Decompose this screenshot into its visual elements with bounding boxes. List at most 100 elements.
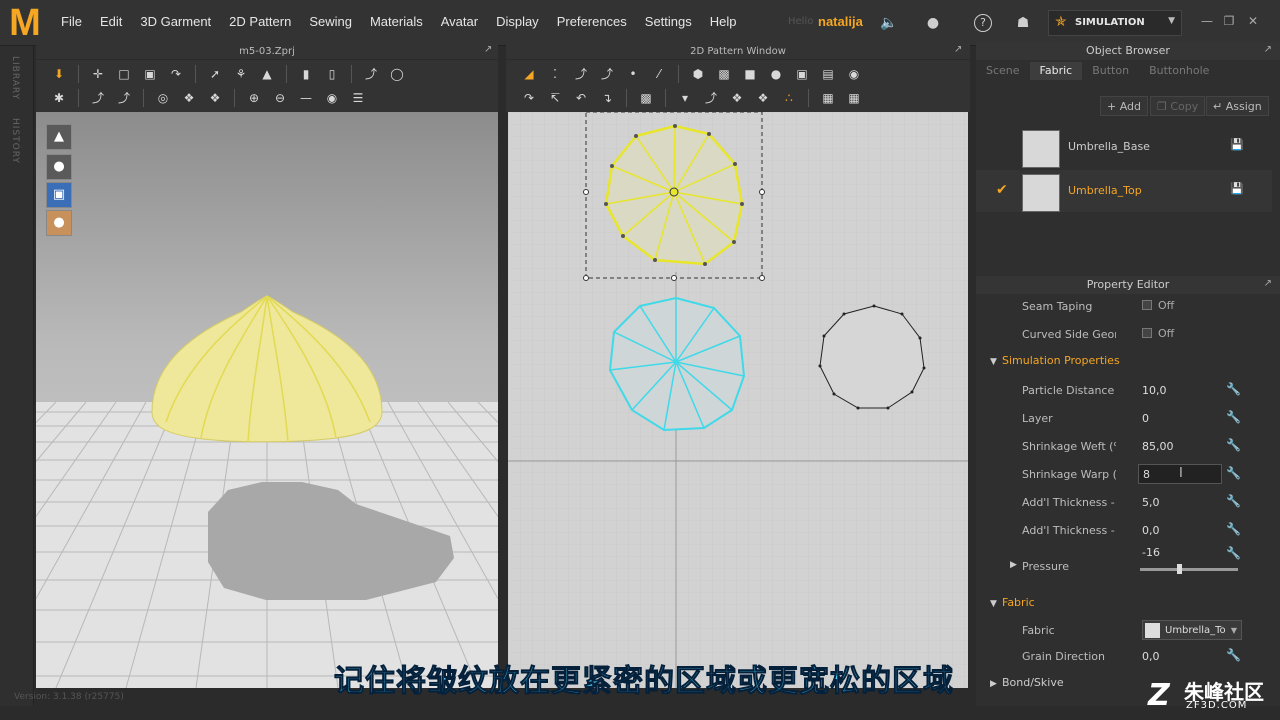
thickness-render-value[interactable]: 0,0 bbox=[1142, 524, 1160, 537]
maximize-editor-icon[interactable]: ↗ bbox=[1264, 278, 1272, 289]
save-icon[interactable]: 💾 bbox=[1230, 138, 1244, 151]
pattern-canvas[interactable] bbox=[508, 112, 968, 688]
wrench-icon[interactable]: 🔧 bbox=[1226, 648, 1241, 662]
save-icon[interactable]: 💾 bbox=[1230, 182, 1244, 195]
notch-icon[interactable]: ↴ bbox=[596, 88, 618, 108]
fabric-section[interactable]: ▼ Fabric bbox=[990, 596, 1035, 616]
menu-edit[interactable]: Edit bbox=[100, 14, 122, 29]
user-icon[interactable]: ● bbox=[924, 14, 942, 32]
tack-icon[interactable]: ⚘ bbox=[230, 64, 252, 84]
umbrella-3d-model[interactable] bbox=[36, 112, 498, 688]
check-sewing-icon[interactable]: ❖ bbox=[752, 88, 774, 108]
menu-settings[interactable]: Settings bbox=[645, 14, 692, 29]
avatar-pose-icon[interactable]: ✱ bbox=[48, 88, 70, 108]
dart-icon[interactable]: ↶ bbox=[570, 88, 592, 108]
garment-icon[interactable]: ▲ bbox=[46, 124, 72, 150]
slider-handle[interactable] bbox=[1177, 564, 1183, 574]
menu-2d-pattern[interactable]: 2D Pattern bbox=[229, 14, 291, 29]
select-button-icon[interactable]: ⊕ bbox=[243, 88, 265, 108]
seam-taping-checkbox[interactable] bbox=[1142, 300, 1152, 310]
thickness-collision-value[interactable]: 5,0 bbox=[1142, 496, 1160, 509]
internal-rect-icon[interactable]: ▤ bbox=[817, 64, 839, 84]
speaker-icon[interactable]: 🔈 bbox=[880, 14, 898, 32]
pressure-value[interactable]: -16 bbox=[1142, 546, 1160, 559]
particle-distance-value[interactable]: 10,0 bbox=[1142, 384, 1167, 397]
folder-icon[interactable]: ▩ bbox=[713, 64, 735, 84]
seam-line-icon[interactable]: ⤴ bbox=[87, 88, 109, 108]
fabric-dropdown[interactable]: Umbrella_To ▼ bbox=[1142, 620, 1242, 640]
button-hole-icon[interactable]: ⊖ bbox=[269, 88, 291, 108]
menu-3d-garment[interactable]: 3D Garment bbox=[140, 14, 211, 29]
select-move-icon[interactable]: ✛ bbox=[87, 64, 109, 84]
tab-scene[interactable]: Scene bbox=[976, 62, 1030, 80]
bond-skive-section[interactable]: ▶ Bond/Skive bbox=[990, 676, 1064, 696]
button-icon[interactable]: ◎ bbox=[152, 88, 174, 108]
wrench-icon[interactable]: 🔧 bbox=[1226, 522, 1241, 536]
wrench-icon[interactable]: 🔧 bbox=[1226, 494, 1241, 508]
fabric-list-item[interactable]: ✔ Umbrella_Top 💾 bbox=[976, 170, 1272, 212]
grid-box-icon[interactable]: ▦ bbox=[843, 88, 865, 108]
expand-arrow-icon[interactable]: ▶ bbox=[1010, 560, 1017, 570]
layer-value[interactable]: 0 bbox=[1142, 412, 1149, 425]
arrange-icon[interactable]: ▮ bbox=[295, 64, 317, 84]
menu-preferences[interactable]: Preferences bbox=[557, 14, 627, 29]
wrench-icon[interactable]: 🔧 bbox=[1226, 546, 1241, 560]
transform-pattern-icon[interactable]: ◢ bbox=[518, 64, 540, 84]
add-point-icon[interactable]: • bbox=[622, 64, 644, 84]
tab-fabric[interactable]: Fabric bbox=[1029, 62, 1083, 80]
mode-selector[interactable]: ✯ SIMULATION ▼ bbox=[1048, 10, 1182, 36]
wrench-icon[interactable]: 🔧 bbox=[1226, 410, 1241, 424]
restore-icon[interactable]: ❐ bbox=[1222, 14, 1236, 28]
pin-icon[interactable]: ➚ bbox=[204, 64, 226, 84]
pattern-window[interactable] bbox=[508, 112, 968, 688]
offset-icon[interactable]: ↸ bbox=[544, 88, 566, 108]
polygon-icon[interactable]: ⬢ bbox=[687, 64, 709, 84]
shirt-icon[interactable]: ▲ bbox=[256, 64, 278, 84]
curve-point-icon[interactable]: ⤴ bbox=[596, 64, 618, 84]
strap-icon[interactable]: ⤴ bbox=[360, 64, 382, 84]
pressure-slider[interactable] bbox=[1140, 564, 1238, 574]
wrench-icon[interactable]: 🔧 bbox=[1226, 382, 1241, 396]
puckering-icon[interactable]: ◯ bbox=[386, 64, 408, 84]
menu-help[interactable]: Help bbox=[710, 14, 737, 29]
store-icon[interactable]: ☗ bbox=[1014, 14, 1032, 32]
maximize-browser-icon[interactable]: ↗ bbox=[1264, 44, 1272, 55]
texture-icon[interactable]: ▣ bbox=[46, 182, 72, 208]
circle-icon[interactable]: ● bbox=[765, 64, 787, 84]
rectangle-icon[interactable]: ■ bbox=[739, 64, 761, 84]
wrench-icon[interactable]: 🔧 bbox=[1226, 438, 1241, 452]
avatar-icon[interactable]: ● bbox=[46, 154, 72, 180]
grain-direction-value[interactable]: 0,0 bbox=[1142, 650, 1160, 663]
menu-sewing[interactable]: Sewing bbox=[309, 14, 352, 29]
library-tab[interactable]: LIBRARY bbox=[10, 56, 20, 100]
add-fabric-button[interactable]: + Add bbox=[1100, 96, 1149, 116]
tab-button[interactable]: Button bbox=[1082, 62, 1139, 80]
edit-pattern-icon[interactable]: ⁚ bbox=[544, 64, 566, 84]
avatar-skin-icon[interactable]: ● bbox=[46, 210, 72, 236]
username[interactable]: natalija bbox=[818, 14, 863, 29]
tab-buttonhole[interactable]: Buttonhole bbox=[1139, 62, 1219, 80]
grid-select-icon[interactable]: ▦ bbox=[817, 88, 839, 108]
menu-display[interactable]: Display bbox=[496, 14, 539, 29]
maximize-3d-icon[interactable]: ↗ bbox=[484, 44, 492, 55]
fabric-list-item[interactable]: Umbrella_Base 💾 bbox=[976, 126, 1272, 168]
fold-arrangement-icon[interactable]: ↷ bbox=[165, 64, 187, 84]
topstitch-icon[interactable]: ❖ bbox=[178, 88, 200, 108]
menu-file[interactable]: File bbox=[61, 14, 82, 29]
segment-sewing-icon[interactable]: ▾ bbox=[674, 88, 696, 108]
edit-curve-icon[interactable]: ⤴ bbox=[570, 64, 592, 84]
zipper-icon[interactable]: ❖ bbox=[204, 88, 226, 108]
multi-sewing-icon[interactable]: ❖ bbox=[726, 88, 748, 108]
shrinkage-warp-input[interactable]: 8 I bbox=[1138, 464, 1222, 484]
menu-materials[interactable]: Materials bbox=[370, 14, 423, 29]
curved-side-checkbox[interactable] bbox=[1142, 328, 1152, 338]
edit-slash-icon[interactable]: ⁄ bbox=[648, 64, 670, 84]
line-icon[interactable]: — bbox=[295, 88, 317, 108]
help-icon[interactable]: ? bbox=[974, 14, 992, 32]
edit-curvature-icon[interactable]: ⤴ bbox=[113, 88, 135, 108]
maximize-2d-icon[interactable]: ↗ bbox=[954, 44, 962, 55]
free-sewing-icon[interactable]: ⤴ bbox=[700, 88, 722, 108]
menu-avatar[interactable]: Avatar bbox=[441, 14, 478, 29]
assign-fabric-button[interactable]: ↵ Assign bbox=[1206, 96, 1269, 116]
minimize-icon[interactable]: — bbox=[1200, 14, 1214, 28]
